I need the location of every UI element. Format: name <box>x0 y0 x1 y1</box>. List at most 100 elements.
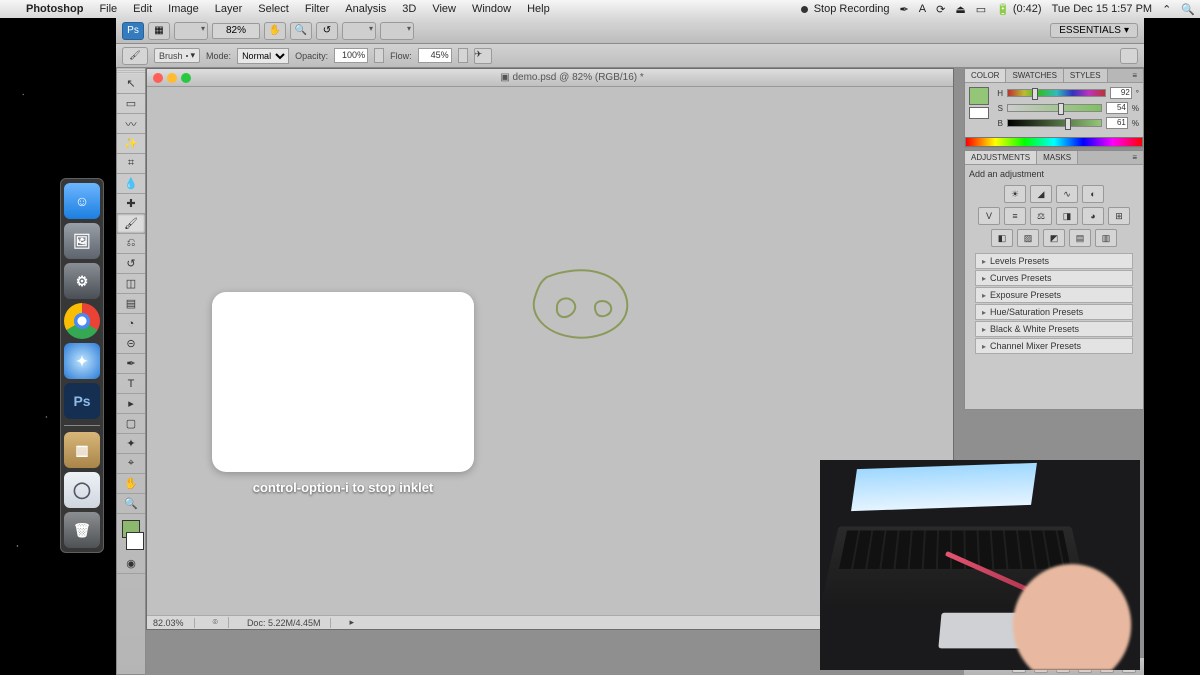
3d-tool[interactable]: ✦ <box>117 434 145 454</box>
adj-bw-icon[interactable]: ◨ <box>1056 207 1078 225</box>
eject-icon[interactable]: ⏏ <box>950 3 970 16</box>
minimize-window-icon[interactable] <box>167 73 177 83</box>
preset-exposure[interactable]: Exposure Presets <box>975 287 1133 303</box>
dock-safari-icon[interactable]: ✦ <box>64 343 100 379</box>
pen-tool[interactable]: ✒ <box>117 354 145 374</box>
eyedropper-tool[interactable]: 💧 <box>117 174 145 194</box>
adj-gradient-map-icon[interactable]: ▤ <box>1069 229 1091 247</box>
dodge-tool[interactable]: ⊝ <box>117 334 145 354</box>
brush-tool[interactable]: 🖌 <box>117 214 145 234</box>
dock-inklet-icon[interactable]: ◯ <box>64 472 100 508</box>
workspace-switcher[interactable]: ESSENTIALS▾ <box>1050 23 1138 38</box>
adj-threshold-icon[interactable]: ◩ <box>1043 229 1065 247</box>
path-select-tool[interactable]: ▸ <box>117 394 145 414</box>
tab-adjustments[interactable]: ADJUSTMENTS <box>965 151 1037 164</box>
ink-icon[interactable]: ✒ <box>895 3 914 16</box>
tab-styles[interactable]: STYLES <box>1064 69 1108 82</box>
preset-bw[interactable]: Black & White Presets <box>975 321 1133 337</box>
adj-exposure-icon[interactable]: ◐ <box>1082 185 1104 203</box>
zoom-window-icon[interactable] <box>181 73 191 83</box>
sat-slider[interactable] <box>1007 104 1102 112</box>
hue-slider[interactable] <box>1007 89 1106 97</box>
panel-menu-icon[interactable]: ≡ <box>1126 151 1143 164</box>
zoom-level[interactable]: 82% <box>212 23 260 39</box>
menubar-clock[interactable]: Tue Dec 15 1:57 PM <box>1047 3 1157 15</box>
adj-huesat-icon[interactable]: ≡ <box>1004 207 1026 225</box>
foreground-swatch[interactable] <box>969 87 989 105</box>
status-zoom[interactable]: 82.03% <box>153 618 195 628</box>
eraser-tool[interactable]: ◫ <box>117 274 145 294</box>
adj-vibrance-icon[interactable]: V <box>978 207 1000 225</box>
dock-chrome-icon[interactable] <box>64 303 100 339</box>
menu-analysis[interactable]: Analysis <box>337 3 394 15</box>
text-style-icon[interactable]: A <box>914 3 931 15</box>
bri-value[interactable]: 61 <box>1106 117 1128 129</box>
healing-brush-tool[interactable]: ✚ <box>117 194 145 214</box>
menu-select[interactable]: Select <box>250 3 297 15</box>
hand-tool[interactable]: ✋ <box>117 474 145 494</box>
menu-filter[interactable]: Filter <box>297 3 337 15</box>
menu-layer[interactable]: Layer <box>207 3 251 15</box>
gradient-tool[interactable]: ▤ <box>117 294 145 314</box>
spotlight-icon[interactable]: 🔍 <box>1176 3 1200 16</box>
menu-3d[interactable]: 3D <box>394 3 424 15</box>
sat-value[interactable]: 54 <box>1106 102 1128 114</box>
display-icon[interactable]: ▭ <box>971 3 991 16</box>
quick-select-tool[interactable]: ✨ <box>117 134 145 154</box>
ps-home-icon[interactable]: Ps <box>122 22 144 40</box>
close-window-icon[interactable] <box>153 73 163 83</box>
status-doc-size[interactable]: Doc: 5.22M/4.45M <box>247 618 332 628</box>
wifi-icon[interactable]: ⌃ <box>1157 3 1176 16</box>
adj-channel-mixer-icon[interactable]: ⊞ <box>1108 207 1130 225</box>
status-info-icon[interactable]: ⌾ <box>213 617 229 628</box>
crop-tool[interactable]: ⌗ <box>117 154 145 174</box>
dock-trash-icon[interactable]: 🗑 <box>64 512 100 548</box>
background-swatch[interactable] <box>969 107 989 119</box>
quick-mask-toggle[interactable]: ◉ <box>117 554 145 574</box>
brush-panel-toggle-icon[interactable] <box>1120 48 1138 64</box>
color-ramp[interactable] <box>965 137 1143 147</box>
rotate-view-icon[interactable]: ↺ <box>316 22 338 40</box>
panel-menu-icon[interactable]: ≡ <box>1126 69 1143 82</box>
document-titlebar[interactable]: ▣ demo.psd @ 82% (RGB/16) * <box>147 69 953 87</box>
move-tool[interactable]: ↖ <box>117 74 145 94</box>
airbrush-icon[interactable]: ✈ <box>474 48 492 64</box>
adj-invert-icon[interactable]: ◧ <box>991 229 1013 247</box>
tab-masks[interactable]: MASKS <box>1037 151 1078 164</box>
adj-levels-icon[interactable]: ◢ <box>1030 185 1052 203</box>
menu-edit[interactable]: Edit <box>125 3 160 15</box>
blur-tool[interactable]: ◔ <box>117 314 145 334</box>
history-brush-tool[interactable]: ↺ <box>117 254 145 274</box>
clone-stamp-tool[interactable]: ⎌ <box>117 234 145 254</box>
hue-value[interactable]: 92 <box>1110 87 1132 99</box>
sync-icon[interactable]: ⟳ <box>931 3 950 16</box>
view-extras-dropdown[interactable] <box>174 22 208 40</box>
tab-swatches[interactable]: SWATCHES <box>1006 69 1063 82</box>
screen-mode-dropdown[interactable] <box>380 22 414 40</box>
opacity-stepper[interactable] <box>374 48 384 63</box>
adj-brightness-icon[interactable]: ☀ <box>1004 185 1026 203</box>
brush-preset-picker[interactable]: Brush▾ <box>154 48 200 63</box>
zoom-tool[interactable]: 🔍 <box>117 494 145 514</box>
menubar-stop-recording[interactable]: Stop Recording <box>796 3 895 15</box>
menu-image[interactable]: Image <box>160 3 207 15</box>
tab-color[interactable]: COLOR <box>965 69 1006 82</box>
bridge-icon[interactable]: ▦ <box>148 22 170 40</box>
adj-curves-icon[interactable]: ∿ <box>1056 185 1078 203</box>
arrange-documents-dropdown[interactable] <box>342 22 376 40</box>
bri-slider[interactable] <box>1007 119 1102 127</box>
app-name[interactable]: Photoshop <box>18 3 91 15</box>
background-color[interactable] <box>126 532 144 550</box>
dock-folder-icon[interactable]: ▥ <box>64 432 100 468</box>
marquee-tool[interactable]: ▭ <box>117 94 145 114</box>
dock-preview-icon[interactable]: 🖼 <box>64 223 100 259</box>
battery-status[interactable]: 🔋(0:42) <box>991 3 1046 16</box>
flow-stepper[interactable] <box>458 48 468 63</box>
preset-huesat[interactable]: Hue/Saturation Presets <box>975 304 1133 320</box>
preset-channel-mixer[interactable]: Channel Mixer Presets <box>975 338 1133 354</box>
zoom-tool-icon[interactable]: 🔍 <box>290 22 312 40</box>
shape-tool[interactable]: ▢ <box>117 414 145 434</box>
opacity-value[interactable]: 100% <box>334 48 368 63</box>
flow-value[interactable]: 45% <box>418 48 452 63</box>
adj-photo-filter-icon[interactable]: ◕ <box>1082 207 1104 225</box>
